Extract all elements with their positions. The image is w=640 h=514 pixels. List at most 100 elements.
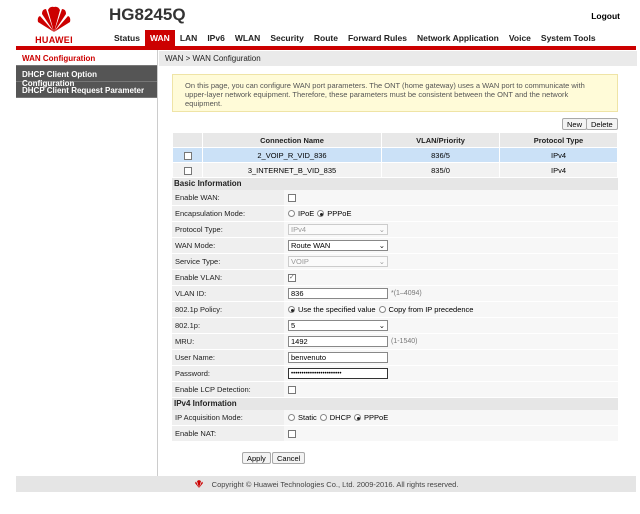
huawei-small-logo-icon: [194, 480, 204, 488]
encap-ipoe-radio[interactable]: [288, 210, 295, 217]
wan-mode-select[interactable]: Route WAN ⌄: [288, 240, 388, 251]
lcp-checkbox[interactable]: [288, 385, 296, 394]
nav-network-application[interactable]: Network Application: [412, 30, 504, 46]
apply-button[interactable]: Apply: [242, 452, 271, 464]
enable-vlan-checkbox[interactable]: [288, 273, 296, 282]
delete-button[interactable]: Delete: [586, 118, 618, 130]
row-select-cell: [172, 147, 203, 163]
nav-ipv6[interactable]: IPv6: [202, 30, 230, 46]
nat-checkbox[interactable]: [288, 429, 296, 438]
row-checkbox[interactable]: [183, 151, 192, 160]
mru-value: 1492 (1-1540): [284, 334, 618, 349]
connection-name-cell[interactable]: 3_INTERNET_B_VID_835: [202, 162, 382, 178]
password-label: Password:: [172, 366, 284, 381]
encapsulation-label: Encapsulation Mode:: [172, 206, 284, 221]
password-value: ••••••••••••••••••••••••: [284, 366, 618, 381]
wan-mode-selected: Route WAN: [291, 241, 331, 250]
priority-select[interactable]: 5 ⌄: [288, 320, 388, 331]
protocol-type-row: Protocol Type: IPv4 ⌄: [172, 222, 618, 238]
encap-pppoe-radio[interactable]: [317, 210, 325, 217]
username-label: User Name:: [172, 350, 284, 365]
ipacq-static-radio[interactable]: [288, 414, 295, 421]
vlan-id-input[interactable]: 836: [288, 288, 388, 299]
encapsulation-row: Encapsulation Mode: IPoE PPPoE: [172, 206, 618, 222]
cancel-button[interactable]: Cancel: [272, 452, 306, 464]
enable-wan-label: Enable WAN:: [172, 190, 284, 205]
lcp-value: [284, 382, 618, 397]
nav-wlan[interactable]: WLAN: [230, 30, 266, 46]
row-select-cell: [172, 162, 203, 178]
enable-wan-checkbox[interactable]: [288, 193, 296, 202]
service-type-value: VOIP ⌄: [284, 254, 618, 269]
ip-acquisition-row: IP Acquisition Mode: Static DHCP PPPoE: [172, 410, 618, 426]
lcp-label: Enable LCP Detection:: [172, 382, 284, 397]
table-row[interactable]: 3_INTERNET_B_VID_835 835/0 IPv4: [172, 162, 618, 178]
ipacq-pppoe-label: PPPoE: [364, 413, 389, 422]
footer: Copyright © Huawei Technologies Co., Ltd…: [16, 476, 636, 492]
enable-vlan-label: Enable VLAN:: [172, 270, 284, 285]
mru-hint: (1-1540): [391, 338, 418, 345]
vlan-priority-cell: 836/5: [381, 147, 500, 163]
chevron-down-icon: ⌄: [378, 257, 385, 266]
username-row: User Name: benvenuto: [172, 350, 618, 366]
ipv4-info-section-title: IPv4 Information: [172, 398, 618, 410]
nav-system-tools[interactable]: System Tools: [536, 30, 601, 46]
policy-label: 802.1p Policy:: [172, 302, 284, 317]
nat-label: Enable NAT:: [172, 426, 284, 441]
policy-copy-radio[interactable]: [378, 306, 386, 313]
protocol-type-label: Protocol Type:: [172, 222, 284, 237]
username-input[interactable]: benvenuto: [288, 352, 388, 363]
policy-value: Use the specified value Copy from IP pre…: [284, 302, 618, 317]
row-checkbox[interactable]: [183, 166, 192, 175]
protocol-type-selected: IPv4: [291, 225, 307, 234]
sidebar: WAN Configuration DHCP Client Option Con…: [16, 50, 158, 492]
ipacq-dhcp-radio[interactable]: [319, 414, 327, 421]
protocol-type-select[interactable]: IPv4 ⌄: [288, 224, 388, 235]
enable-wan-row: Enable WAN:: [172, 190, 618, 206]
nav-status[interactable]: Status: [109, 30, 145, 46]
chevron-down-icon: ⌄: [378, 225, 385, 234]
wan-config-form: Basic Information Enable WAN: Encapsulat…: [172, 178, 618, 442]
protocol-type-header: Protocol Type: [499, 132, 618, 148]
policy-row: 802.1p Policy: Use the specified value C…: [172, 302, 618, 318]
chevron-down-icon: ⌄: [378, 241, 385, 250]
table-header-row: Connection Name VLAN/Priority Protocol T…: [172, 132, 618, 148]
mru-row: MRU: 1492 (1-1540): [172, 334, 618, 350]
service-type-selected: VOIP: [291, 257, 309, 266]
ipacq-pppoe-radio[interactable]: [354, 414, 362, 421]
ipacq-static-label: Static: [298, 413, 317, 422]
table-row[interactable]: 2_VOIP_R_VID_836 836/5 IPv4: [172, 147, 618, 163]
nav-route[interactable]: Route: [309, 30, 343, 46]
connection-name-cell[interactable]: 2_VOIP_R_VID_836: [202, 147, 382, 163]
lcp-row: Enable LCP Detection:: [172, 382, 618, 398]
connection-table: Connection Name VLAN/Priority Protocol T…: [172, 132, 618, 178]
logout-link[interactable]: Logout: [591, 11, 620, 21]
sidebar-item-wan-configuration[interactable]: WAN Configuration: [16, 50, 157, 66]
enable-wan-value: [284, 190, 618, 205]
encap-pppoe-label: PPPoE: [327, 209, 352, 218]
nav-security[interactable]: Security: [265, 30, 309, 46]
policy-specified-radio[interactable]: [288, 306, 295, 313]
service-type-select[interactable]: VOIP ⌄: [288, 256, 388, 267]
breadcrumb: WAN > WAN Configuration: [159, 51, 637, 66]
priority-value: 5 ⌄: [284, 318, 618, 333]
nav-forward-rules[interactable]: Forward Rules: [343, 30, 412, 46]
info-notice: On this page, you can configure WAN port…: [172, 74, 618, 112]
priority-selected: 5: [291, 321, 296, 330]
protocol-type-cell: IPv4: [499, 162, 618, 178]
password-input[interactable]: ••••••••••••••••••••••••: [288, 368, 388, 379]
password-row: Password: ••••••••••••••••••••••••: [172, 366, 618, 382]
nav-wan[interactable]: WAN: [144, 30, 175, 46]
huawei-logo: HUAWEI: [32, 4, 76, 45]
wan-mode-value: Route WAN ⌄: [284, 238, 618, 253]
nav-voice[interactable]: Voice: [504, 30, 536, 46]
vlan-id-hint: *(1–4094): [391, 290, 422, 297]
new-button[interactable]: New: [562, 118, 588, 130]
enable-vlan-row: Enable VLAN:: [172, 270, 618, 286]
vlan-priority-header: VLAN/Priority: [381, 132, 500, 148]
sidebar-item-dhcp-client-option[interactable]: DHCP Client Option Configuration: [16, 66, 157, 88]
mru-input[interactable]: 1492: [288, 336, 388, 347]
mru-label: MRU:: [172, 334, 284, 349]
vlan-id-label: VLAN ID:: [172, 286, 284, 301]
nav-lan[interactable]: LAN: [175, 30, 202, 46]
